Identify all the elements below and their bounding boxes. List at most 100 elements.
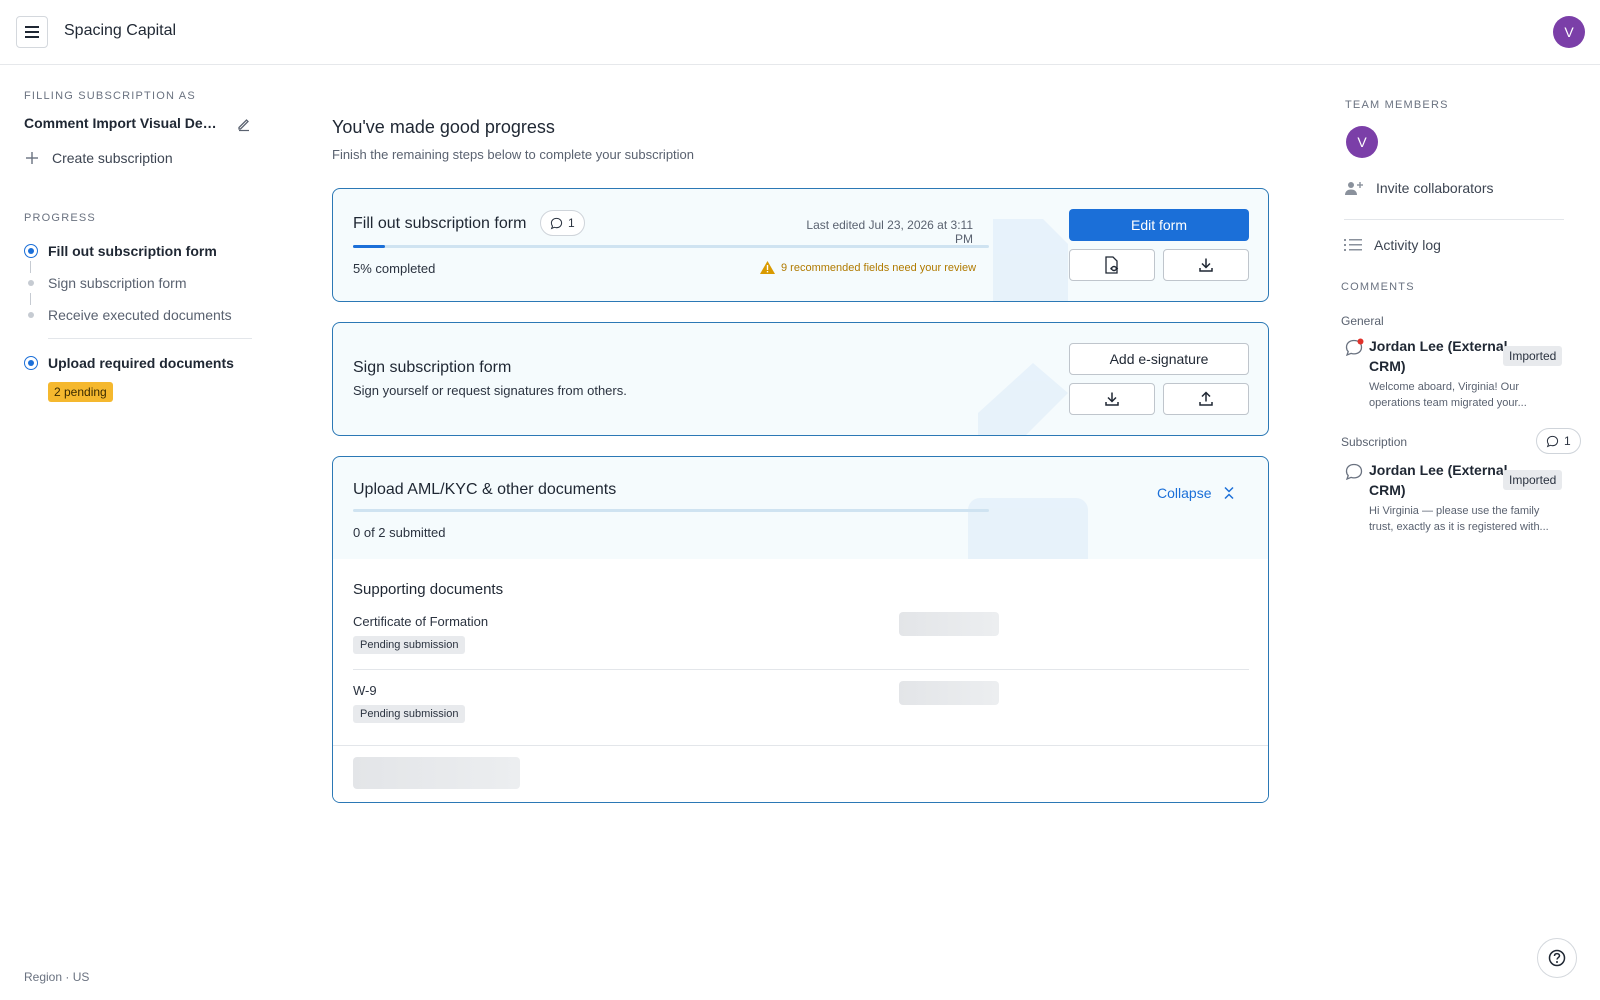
comment-group-label: Subscription	[1341, 435, 1408, 449]
page-subtitle: Finish the remaining steps below to comp…	[332, 147, 695, 162]
menu-button[interactable]	[16, 16, 48, 48]
edit-form-button[interactable]: Edit form	[1069, 209, 1249, 241]
last-edited-text: Last edited Jul 23, 2026 at 3:11 PM	[806, 218, 973, 246]
pending-badge: 2 pending	[48, 382, 113, 402]
comment-icon	[1345, 463, 1363, 481]
team-members-label: TEAM MEMBERS	[1345, 99, 1449, 111]
region-label: Region · US	[24, 970, 90, 984]
submitted-text: 0 of 2 submitted	[353, 525, 446, 540]
supporting-docs-title: Supporting documents	[353, 581, 504, 598]
comment-count-chip[interactable]: 1	[540, 210, 585, 236]
collapse-label: Collapse	[1157, 485, 1212, 501]
invite-collaborators-button[interactable]: Invite collaborators	[1344, 180, 1494, 196]
pencil-icon[interactable]	[236, 116, 252, 132]
comment-group-label: General	[1341, 314, 1384, 328]
comment-body-line: Welcome aboard, Virginia! Our	[1369, 381, 1519, 393]
divider	[1344, 219, 1564, 220]
step-upload-docs[interactable]: Upload required documents	[24, 355, 234, 371]
comment-body-line: operations team migrated your...	[1369, 397, 1527, 409]
section-divider	[333, 745, 1268, 746]
document-name: Certificate of Formation	[353, 614, 489, 629]
comment-count: 1	[568, 216, 575, 230]
upload-icon	[1199, 391, 1213, 406]
preview-form-button[interactable]	[1069, 249, 1155, 281]
list-icon	[1344, 239, 1362, 251]
upload-sign-button[interactable]	[1163, 383, 1249, 415]
step-label: Fill out subscription form	[48, 243, 217, 259]
imported-tag: Imported	[1503, 470, 1563, 490]
comment-body: Welcome aboard, Virginia! Our operations…	[1369, 379, 1593, 411]
collapse-chevrons-icon	[1224, 486, 1235, 500]
document-preview-icon	[1105, 256, 1119, 274]
comment-item[interactable]: Jordan Lee (External CRM) Imported Welco…	[1341, 336, 1565, 412]
help-button[interactable]	[1537, 938, 1577, 978]
download-form-button[interactable]	[1163, 249, 1249, 281]
comment-icon	[1546, 435, 1559, 447]
step-label: Upload required documents	[48, 355, 234, 371]
step-active-dot	[24, 244, 38, 258]
document-action-placeholder	[899, 681, 999, 705]
download-icon	[1105, 392, 1119, 406]
step-pending-dot	[24, 276, 38, 290]
hamburger-icon	[25, 26, 39, 38]
activity-log-button[interactable]: Activity log	[1344, 237, 1441, 253]
add-esignature-button[interactable]: Add e-signature	[1069, 343, 1249, 375]
document-action-placeholder	[899, 612, 999, 636]
comments-label: COMMENTS	[1341, 281, 1415, 293]
document-name: W-9	[353, 683, 377, 698]
divider	[48, 338, 252, 339]
step-label: Receive executed documents	[48, 307, 232, 323]
sign-form-card: Sign subscription form Sign yourself or …	[332, 322, 1269, 436]
team-member-avatar[interactable]: V	[1346, 126, 1378, 158]
document-status-tag: Pending submission	[353, 636, 466, 654]
filling-label: FILLING SUBSCRIPTION AS	[24, 90, 196, 102]
step-label: Sign subscription form	[48, 275, 187, 291]
collapse-button[interactable]: Collapse	[1157, 485, 1235, 501]
entity-name[interactable]: Comment Import Visual Demo	[24, 115, 218, 131]
invite-label: Invite collaborators	[1376, 180, 1494, 196]
step-active-dot	[24, 356, 38, 370]
signature-watermark-icon	[978, 363, 1068, 435]
comment-body-line: Hi Virginia — please use the family	[1369, 505, 1540, 517]
comment-count: 1	[1564, 434, 1571, 448]
user-avatar[interactable]: V	[1553, 16, 1585, 48]
comment-item[interactable]: Jordan Lee (External CRM) Imported Hi Vi…	[1341, 460, 1565, 536]
add-person-icon	[1345, 182, 1363, 195]
activity-log-label: Activity log	[1374, 237, 1441, 253]
download-sign-button[interactable]	[1069, 383, 1155, 415]
comment-icon	[1345, 338, 1364, 357]
step-sign-form: Sign subscription form	[24, 275, 187, 291]
fill-form-title: Fill out subscription form	[353, 215, 527, 232]
step-fill-form[interactable]: Fill out subscription form	[24, 243, 217, 259]
sign-form-title: Sign subscription form	[353, 359, 512, 376]
supporting-docs-section: Supporting documents Certificate of Form…	[333, 559, 1268, 802]
help-icon	[1548, 949, 1566, 967]
progress-label: PROGRESS	[24, 212, 96, 224]
upload-progress-bar	[353, 509, 989, 512]
plus-icon	[26, 152, 38, 164]
id-card-watermark-icon	[968, 498, 1088, 559]
comment-body: Hi Virginia — please use the family trus…	[1369, 503, 1593, 535]
review-warning: 9 recommended fields need your review	[759, 260, 976, 275]
step-connector	[30, 293, 31, 305]
upload-docs-card: Upload AML/KYC & other documents Collaps…	[332, 456, 1269, 803]
upload-docs-title: Upload AML/KYC & other documents	[353, 481, 617, 498]
completed-text: 5% completed	[353, 261, 436, 276]
fill-form-card: Fill out subscription form 1 Last edited…	[332, 188, 1269, 302]
create-subscription-button[interactable]: Create subscription	[24, 150, 173, 166]
top-bar: Spacing Capital V	[0, 0, 1600, 65]
footer-button-placeholder	[353, 757, 520, 789]
download-icon	[1199, 258, 1213, 272]
warning-text: 9 recommended fields need your review	[781, 261, 977, 274]
sign-form-subtitle: Sign yourself or request signatures from…	[353, 383, 627, 398]
form-progress-bar	[353, 245, 989, 248]
step-pending-dot	[24, 308, 38, 322]
group-comment-count-chip[interactable]: 1	[1536, 428, 1581, 454]
step-connector	[30, 261, 31, 273]
warning-icon	[760, 261, 775, 274]
document-status-tag: Pending submission	[353, 705, 466, 723]
imported-tag: Imported	[1503, 346, 1563, 366]
app-title: Spacing Capital	[64, 22, 177, 39]
comment-icon	[550, 217, 563, 229]
row-divider	[353, 669, 1249, 670]
